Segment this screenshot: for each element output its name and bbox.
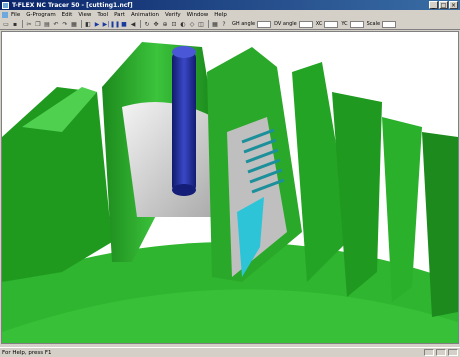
part-render xyxy=(2,42,458,343)
scale-input[interactable] xyxy=(382,20,397,28)
menu-bar: File G-Program Edit View Tool Part Anima… xyxy=(0,10,460,19)
close-button[interactable]: × xyxy=(449,1,458,9)
rewind-icon[interactable]: ◀ xyxy=(129,20,137,28)
undo-icon[interactable]: ↶ xyxy=(52,20,60,28)
save-icon[interactable]: ▪ xyxy=(11,20,19,28)
dv-angle-label: DV angle xyxy=(274,21,297,27)
minimize-button[interactable]: _ xyxy=(429,1,438,9)
status-text: For Help, press F1 xyxy=(2,349,52,356)
print-icon[interactable]: ▦ xyxy=(70,20,78,28)
xc-input[interactable] xyxy=(324,20,339,28)
yc-group: YC xyxy=(341,20,364,28)
yc-label: YC xyxy=(341,21,348,27)
status-panel xyxy=(448,349,458,356)
window-controls: _ □ × xyxy=(429,1,458,9)
pan-icon[interactable]: ✥ xyxy=(152,20,160,28)
menu-g-program[interactable]: G-Program xyxy=(26,12,55,18)
view-icon[interactable]: ◧ xyxy=(84,20,92,28)
scale-group: Scale xyxy=(366,20,397,28)
status-bar: For Help, press F1 xyxy=(0,347,460,357)
wireframe-icon[interactable]: ◇ xyxy=(188,20,196,28)
app-icon[interactable] xyxy=(2,1,9,9)
redo-icon[interactable]: ↷ xyxy=(61,20,69,28)
dv-angle-input[interactable] xyxy=(298,20,313,28)
simulation-viewport[interactable] xyxy=(1,31,459,344)
xc-group: XC xyxy=(315,20,339,28)
toolbar-separator xyxy=(208,20,209,28)
gh-angle-group: GH angle xyxy=(232,20,272,28)
zoom-icon[interactable]: ⊕ xyxy=(161,20,169,28)
toolbar-separator xyxy=(22,20,23,28)
maximize-button[interactable]: □ xyxy=(439,1,448,9)
section-icon[interactable]: ◫ xyxy=(197,20,205,28)
copy-icon[interactable]: ❐ xyxy=(34,20,42,28)
status-panel xyxy=(424,349,434,356)
play-icon[interactable]: ▶ xyxy=(93,20,101,28)
xc-label: XC xyxy=(315,21,323,27)
title-bar: T-FLEX NC Tracer 50 - [cutting1.ncf] _ □… xyxy=(0,0,460,10)
menu-verify[interactable]: Verify xyxy=(165,12,181,18)
rotate-icon[interactable]: ↻ xyxy=(143,20,151,28)
stop-icon[interactable]: ■ xyxy=(120,20,128,28)
menu-help[interactable]: Help xyxy=(214,12,227,18)
open-icon[interactable]: ▭ xyxy=(2,20,10,28)
help-icon[interactable]: ? xyxy=(220,20,228,28)
status-panel xyxy=(436,349,446,356)
pause-icon[interactable]: ❚❚ xyxy=(110,20,120,28)
paste-icon[interactable]: ▤ xyxy=(43,20,51,28)
gh-angle-label: GH angle xyxy=(232,21,256,27)
fit-icon[interactable]: ⊡ xyxy=(170,20,178,28)
shade-icon[interactable]: ◐ xyxy=(179,20,187,28)
menu-part[interactable]: Part xyxy=(114,12,125,18)
menu-file[interactable]: File xyxy=(11,12,20,18)
menu-animation[interactable]: Animation xyxy=(131,12,159,18)
yc-input[interactable] xyxy=(349,20,364,28)
window-title: T-FLEX NC Tracer 50 - [cutting1.ncf] xyxy=(12,1,133,9)
menu-view[interactable]: View xyxy=(78,12,91,18)
step-forward-icon[interactable]: ▶| xyxy=(102,20,110,28)
menu-edit[interactable]: Edit xyxy=(62,12,73,18)
grid-icon[interactable]: ▦ xyxy=(211,20,219,28)
toolbar: ▭ ▪ ✂ ❐ ▤ ↶ ↷ ▦ ◧ ▶ ▶| ❚❚ ■ ◀ ↻ ✥ ⊕ ⊡ ◐ … xyxy=(0,19,460,30)
document-icon[interactable] xyxy=(2,11,8,18)
gh-angle-input[interactable] xyxy=(257,20,272,28)
cut-icon[interactable]: ✂ xyxy=(25,20,33,28)
scale-label: Scale xyxy=(366,21,381,27)
toolbar-separator xyxy=(140,20,141,28)
menu-tool[interactable]: Tool xyxy=(97,12,108,18)
dv-angle-group: DV angle xyxy=(274,20,313,28)
cutting-tool xyxy=(172,46,196,196)
menu-window[interactable]: Window xyxy=(187,12,209,18)
status-panels xyxy=(424,349,458,356)
toolbar-separator xyxy=(81,20,82,28)
